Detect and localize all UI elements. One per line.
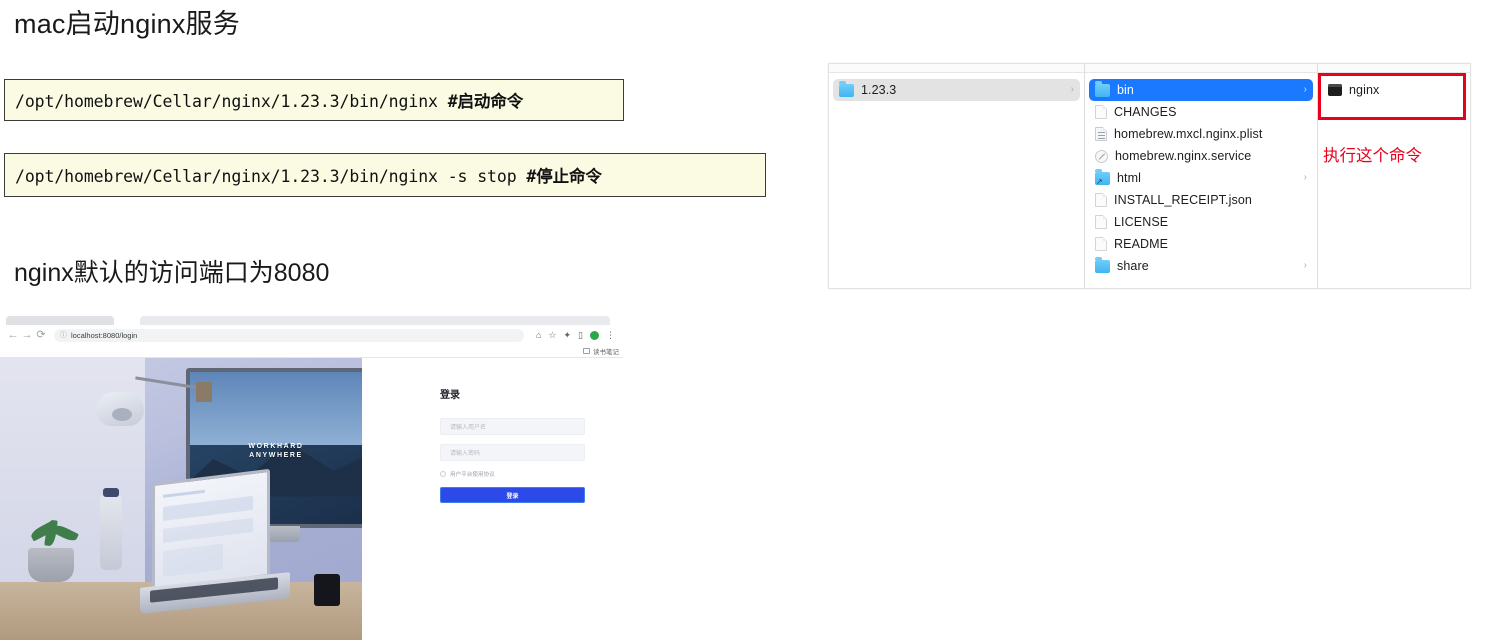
finder-item-label: CHANGES: [1114, 105, 1177, 119]
folder-icon: [1095, 256, 1110, 273]
finder-row-changes[interactable]: CHANGES: [1089, 101, 1313, 123]
login-title: 登录: [440, 390, 460, 401]
finder-row-html[interactable]: html ›: [1089, 167, 1313, 189]
hero-lamp-bulb: [112, 408, 132, 421]
finder-item-label: INSTALL_RECEIPT.json: [1114, 193, 1252, 207]
avatar[interactable]: [590, 330, 599, 340]
hero-pen-holder: [314, 574, 340, 606]
finder-item-label: 1.23.3: [861, 83, 897, 97]
hero-laptop-ui-row: [163, 495, 253, 521]
chevron-right-icon: ›: [1303, 172, 1307, 183]
finder-row-install-receipt[interactable]: INSTALL_RECEIPT.json: [1089, 189, 1313, 211]
hero-plant-pot: [28, 548, 74, 582]
hero-bottle-cap: [103, 488, 119, 497]
agreement-checkbox[interactable]: [440, 471, 446, 477]
finder-column-1: 1.23.3 ›: [829, 64, 1085, 288]
stop-command-path: /opt/homebrew/Cellar/nginx/1.23.3/bin/ng…: [15, 167, 527, 186]
browser-screenshot: ← → ⟳ ⓘ localhost:8080/login ⌂ ☆ ✦ ▯ ⋮ 读…: [0, 316, 623, 640]
username-input[interactable]: 请输入用户名: [440, 418, 585, 435]
hero-monitor-text-line1: WORKHARD: [248, 442, 304, 450]
username-placeholder: 请输入用户名: [450, 425, 487, 431]
bookmark-bar: 读书笔记: [0, 345, 623, 358]
folder-alias-icon: [1095, 168, 1110, 186]
finder-item-label: homebrew.mxcl.nginx.plist: [1114, 127, 1263, 141]
start-command-path: /opt/homebrew/Cellar/nginx/1.23.3/bin/ng…: [15, 92, 448, 111]
bookmark-label: 读书笔记: [593, 349, 619, 356]
password-input[interactable]: 请输入密码: [440, 444, 585, 461]
annotation-note: 执行这个命令: [1323, 147, 1422, 165]
document-icon: [1095, 193, 1107, 207]
bookmark-item[interactable]: 读书笔记: [583, 346, 619, 356]
site-info-icon[interactable]: ⓘ: [60, 330, 67, 340]
finder-item-label: README: [1114, 237, 1169, 251]
chevron-right-icon: ›: [1070, 84, 1074, 95]
reload-icon[interactable]: ⟳: [34, 328, 48, 342]
hero-laptop-screen: [152, 468, 270, 592]
document-icon: [1095, 215, 1107, 229]
chevron-right-icon: ›: [1303, 84, 1307, 95]
login-submit-button[interactable]: 登录: [440, 487, 585, 503]
chevron-right-icon: ›: [1303, 260, 1307, 271]
login-form: 登录 请输入用户名 请输入密码 用户平台使用协议 登录: [362, 358, 623, 640]
hero-lamp-mount: [196, 382, 212, 402]
finder-column-2: bin › CHANGES homebrew.mxcl.nginx.plist …: [1085, 64, 1318, 288]
forward-icon[interactable]: →: [20, 328, 34, 342]
agreement-label: 用户平台使用协议: [450, 472, 495, 478]
slide-root: mac启动nginx服务 /opt/homebrew/Cellar/nginx/…: [0, 0, 1497, 640]
hero-monitor-text-line2: ANYWHERE: [249, 452, 303, 460]
finder-item-label: homebrew.nginx.service: [1115, 149, 1252, 163]
stop-command-note: #停止命令: [526, 167, 602, 186]
hero-monitor-text: WORKHARD ANYWHERE: [190, 442, 362, 461]
bookmark-folder-icon: [583, 348, 590, 354]
browser-tab-active[interactable]: [140, 316, 610, 325]
page-subtitle: nginx默认的访问端口为8080: [14, 259, 330, 287]
finder-row-bin[interactable]: bin ›: [1089, 79, 1313, 101]
folder-icon: [1095, 80, 1110, 97]
service-file-icon: [1095, 149, 1108, 163]
plist-document-icon: [1095, 127, 1107, 141]
page-title: mac启动nginx服务: [14, 9, 240, 39]
browser-tab-strip: [0, 316, 623, 325]
finder-row-plist[interactable]: homebrew.mxcl.nginx.plist: [1089, 123, 1313, 145]
finder-item-label: share: [1117, 259, 1149, 273]
start-command-text: /opt/homebrew/Cellar/nginx/1.23.3/bin/ng…: [15, 88, 523, 112]
document-icon: [1095, 237, 1107, 251]
highlight-box-nginx: [1318, 73, 1466, 120]
hero-laptop-ui-row: [163, 543, 223, 577]
bookmark-star-icon[interactable]: ☆: [548, 330, 556, 340]
address-bar[interactable]: ⓘ localhost:8080/login: [54, 328, 524, 342]
finder-row-readme[interactable]: README: [1089, 233, 1313, 255]
finder-row-service[interactable]: homebrew.nginx.service: [1089, 145, 1313, 167]
browser-menu-icon[interactable]: ⋮: [606, 330, 615, 340]
browser-toolbar: ← → ⟳ ⓘ localhost:8080/login ⌂ ☆ ✦ ▯ ⋮: [0, 325, 623, 345]
stop-command-text: /opt/homebrew/Cellar/nginx/1.23.3/bin/ng…: [15, 163, 602, 187]
hero-monitor-sky: [190, 372, 362, 445]
hero-bottle: [100, 496, 122, 570]
address-bar-url: localhost:8080/login: [71, 330, 138, 340]
hero-laptop-ui-row: [163, 489, 205, 498]
start-command-box: /opt/homebrew/Cellar/nginx/1.23.3/bin/ng…: [4, 79, 624, 121]
share-icon[interactable]: ⌂: [536, 330, 541, 340]
hero-laptop-ui-row: [163, 517, 253, 543]
back-icon[interactable]: ←: [6, 328, 20, 342]
finder-item-label: LICENSE: [1114, 215, 1169, 229]
finder-row-share[interactable]: share ›: [1089, 255, 1313, 277]
password-placeholder: 请输入密码: [450, 451, 481, 457]
finder-row-license[interactable]: LICENSE: [1089, 211, 1313, 233]
browser-tab-inactive[interactable]: [6, 316, 114, 325]
start-command-note: #启动命令: [447, 92, 524, 111]
folder-icon: [839, 80, 854, 97]
document-icon: [1095, 105, 1107, 119]
side-panel-icon[interactable]: ▯: [578, 330, 583, 340]
hero-photo: WORKHARD ANYWHERE: [0, 358, 362, 640]
agreement-checkbox-row[interactable]: 用户平台使用协议: [440, 470, 623, 478]
browser-toolbar-actions: ⌂ ☆ ✦ ▯ ⋮: [536, 330, 617, 340]
finder-row-1.23.3[interactable]: 1.23.3 ›: [833, 79, 1080, 101]
stop-command-box: /opt/homebrew/Cellar/nginx/1.23.3/bin/ng…: [4, 153, 766, 197]
finder-item-label: bin: [1117, 83, 1134, 97]
extensions-puzzle-icon[interactable]: ✦: [564, 330, 572, 340]
finder-item-label: html: [1117, 171, 1142, 185]
page-viewport: WORKHARD ANYWHERE 登录 请输入用户名 请输入密码 用户平台使用…: [0, 358, 623, 640]
